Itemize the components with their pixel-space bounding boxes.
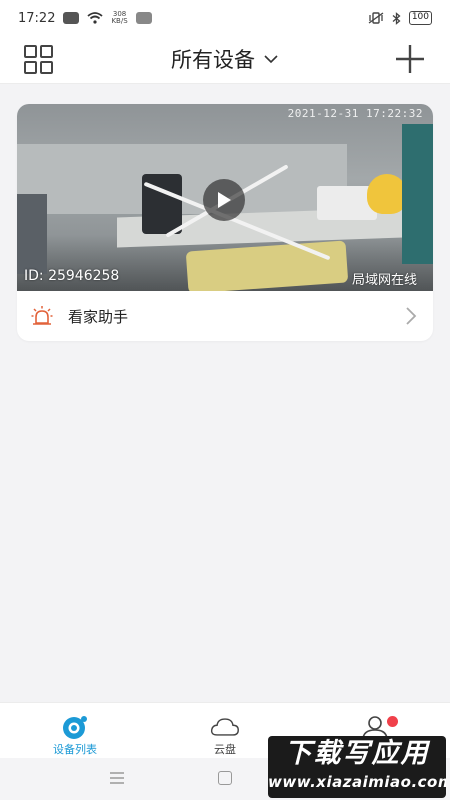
status-bar: 17:22 308 KB/S 100 [0,0,450,36]
app-notification-icon [135,12,152,24]
cloud-icon [210,718,239,736]
device-card[interactable]: 2021-12-31 17:22:32 ID: 25946258 局域网在线 看… [17,104,433,341]
watermark-main: 下载写应用 [284,738,430,769]
app-header: 所有设备 [0,36,450,84]
bluetooth-icon [392,11,401,25]
add-device-icon[interactable] [394,43,426,75]
menu-icon[interactable] [110,772,124,784]
alarm-icon [31,306,53,325]
net-speed: 308 KB/S [111,11,127,25]
online-status: 局域网在线 [351,273,417,288]
device-group-dropdown[interactable]: 所有设备 [171,44,279,74]
tab-label: 设备列表 [53,743,97,756]
net-speed-unit: KB/S [111,17,128,25]
play-button[interactable] [203,179,245,221]
preview-frame [17,194,47,274]
battery-indicator: 100 [408,11,432,25]
home-nav-icon[interactable] [218,771,232,785]
camera-preview[interactable]: 2021-12-31 17:22:32 ID: 25946258 局域网在线 [17,104,433,291]
preview-duck [367,174,407,214]
chevron-right-icon [406,307,417,325]
wifi-icon [87,12,104,24]
tab-cloud[interactable]: 云盘 [165,703,285,759]
watermark-sub: www.xiazaimiao.com [268,773,446,791]
preview-pad [185,240,349,291]
tab-device-list[interactable]: 设备列表 [15,703,135,759]
preview-background [17,144,347,214]
tab-label: 云盘 [214,743,236,756]
notification-badge [387,716,398,727]
watermark-logo: 下载写应用 www.xiazaimiao.com [268,736,446,798]
preview-timestamp: 2021-12-31 17:22:32 [287,107,423,120]
notification-icon [63,12,80,24]
status-time: 17:22 [18,10,56,26]
camera-icon [63,716,87,739]
home-assistant-label: 看家助手 [68,307,129,326]
preview-teal-panel [402,124,433,264]
page-title: 所有设备 [171,48,255,72]
play-icon [218,192,231,208]
home-assistant-row[interactable]: 看家助手 [17,291,433,341]
device-id: ID: 25946258 [24,268,120,284]
vibrate-icon [368,12,384,24]
chevron-down-icon [264,55,278,64]
